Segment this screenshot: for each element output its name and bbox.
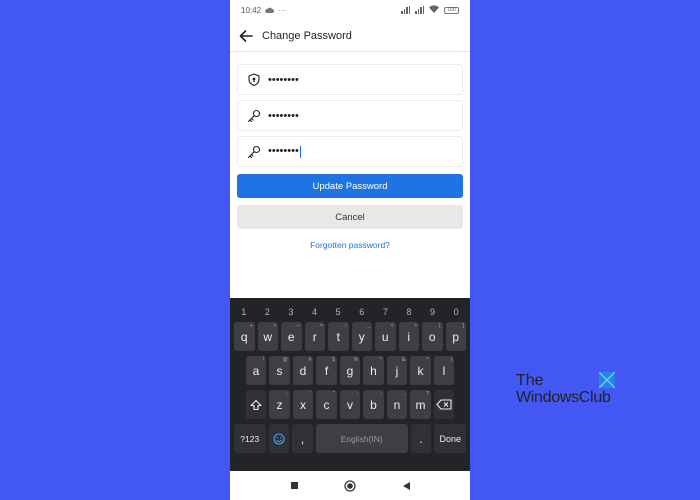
shield-lock-icon [246,72,262,88]
navigation-bar [230,471,470,500]
text-cursor [299,145,301,158]
recents-button[interactable] [287,479,301,493]
key-p[interactable]: ] p [445,322,466,351]
key-q[interactable]: + q [234,322,255,351]
number-key[interactable]: 6 [359,307,364,317]
number-row: 1 2 3 4 5 6 7 8 9 0 [232,302,468,322]
key-x[interactable]: ' x [292,390,314,419]
key-z[interactable]: -z [269,390,290,419]
back-arrow-icon [239,29,253,42]
watermark-line-1: The [516,372,544,389]
key-l[interactable]: (l [433,356,455,385]
new-password-input[interactable]: •••••••• [268,110,428,122]
wifi-icon [429,5,439,15]
status-bar: 10:42 ··· 100 [230,0,470,20]
watermark: The WindowsClub [516,372,621,408]
emoji-key[interactable] [268,424,290,453]
key-d[interactable]: # d [292,356,314,385]
key-h[interactable]: ^ h [363,356,384,385]
signal-icon [401,6,410,14]
back-nav-button[interactable] [399,479,413,493]
key-n[interactable]: ,n [386,390,408,419]
number-key[interactable]: 9 [430,307,435,317]
triangle-back-icon [402,481,410,490]
key-t[interactable]: / t [328,322,349,351]
windows-logo-icon [599,372,615,388]
key-v[interactable]: :v [339,390,361,419]
app-header: Change Password [230,20,470,52]
space-bar[interactable]: English(IN) [315,424,408,453]
confirm-password-field[interactable]: •••••••• [237,136,463,167]
number-key[interactable]: 4 [312,307,317,317]
symbols-key[interactable]: ?123 [233,424,266,453]
backspace-key[interactable] [433,390,455,419]
key-e[interactable]: ÷ e [281,322,302,351]
square-icon [290,482,298,489]
update-password-button[interactable]: Update Password [237,174,463,198]
period-key[interactable]: . [410,424,432,453]
key-o[interactable]: [o [422,322,443,351]
number-key[interactable]: 0 [454,307,459,317]
home-button[interactable] [343,479,357,493]
confirm-password-input[interactable]: •••••••• [268,145,428,158]
keyboard-row-1: + q × w ÷ e = r / t _ y < u > i [o ] p [232,322,468,351]
watermark-line-2: WindowsClub [516,389,611,406]
key-y[interactable]: _ y [351,322,372,351]
number-key[interactable]: 5 [336,307,341,317]
comma-key[interactable]: , [292,424,313,453]
key-s[interactable]: @ s [269,356,290,385]
back-button[interactable] [237,27,255,45]
keyboard-row-2: ! a @ s # d $ f % g ^ h & j * k (l [232,356,468,385]
key-i[interactable]: > i [398,322,419,351]
key-w[interactable]: × w [257,322,278,351]
key-icon [246,144,262,160]
new-password-field[interactable]: •••••••• [237,100,463,131]
key-j[interactable]: & j [386,356,408,385]
key-u[interactable]: < u [375,322,396,351]
key-g[interactable]: % g [339,356,361,385]
circle-icon [344,479,356,492]
cancel-button[interactable]: Cancel [237,205,463,229]
more-dots-icon: ··· [278,5,287,15]
phone-screen: 10:42 ··· 100 Change Password •••••••• •… [230,0,470,500]
battery-icon: 100 [444,6,459,14]
backspace-icon [436,399,452,410]
page-title: Change Password [262,29,352,42]
done-key[interactable]: Done [434,424,467,453]
current-password-input[interactable]: •••••••• [268,74,428,86]
key-f[interactable]: $ f [316,356,337,385]
forgotten-password-link[interactable]: Forgotten password? [237,240,463,250]
key-m[interactable]: ? m [410,390,431,419]
number-key[interactable]: 3 [288,307,293,317]
key-a[interactable]: ! a [245,356,267,385]
shift-key[interactable] [245,390,267,419]
cloud-icon [265,6,275,15]
signal-icon-2 [415,6,424,14]
number-key[interactable]: 2 [265,307,270,317]
keyboard-row-3: -z ' x " c :v ; b ,n ? m [232,390,468,419]
change-password-form: •••••••• •••••••• •••••••• Update Passwo… [230,52,470,250]
number-key[interactable]: 1 [241,307,246,317]
current-password-field[interactable]: •••••••• [237,64,463,95]
number-key[interactable]: 8 [406,307,411,317]
status-time: 10:42 [241,5,262,15]
key-c[interactable]: " c [316,390,337,419]
keyboard-row-4: ?123 , English(IN) . Done [232,424,468,453]
shift-icon [250,399,262,410]
number-key[interactable]: 7 [383,307,388,317]
key-k[interactable]: * k [410,356,431,385]
key-icon [246,108,262,124]
language-label: English(IN) [340,433,383,444]
on-screen-keyboard: 1 2 3 4 5 6 7 8 9 0 + q × w ÷ e = r / t _ y < u… [230,298,470,471]
key-r[interactable]: = r [304,322,325,351]
emoji-icon [273,432,285,445]
key-b[interactable]: ; b [363,390,384,419]
